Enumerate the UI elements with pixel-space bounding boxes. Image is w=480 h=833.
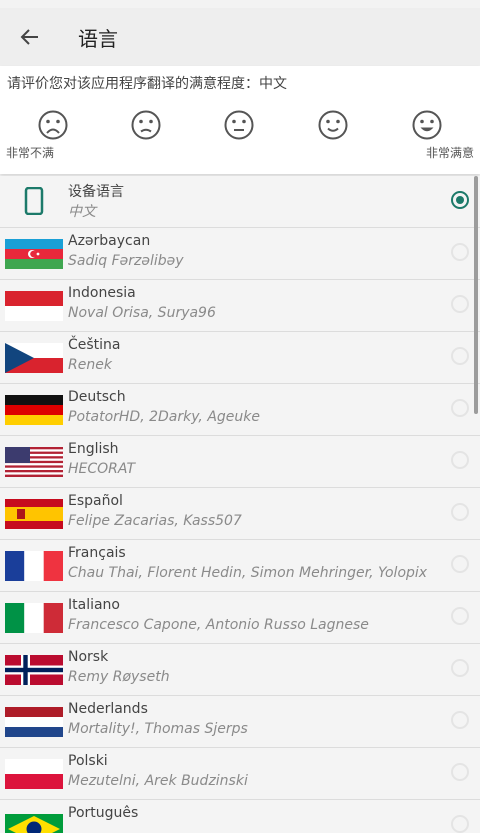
flag-indonesia-icon [5,291,63,321]
language-row-spanish[interactable]: Español Felipe Zacarias, Kass507 [0,488,480,540]
page-title: 语言 [78,26,118,51]
flag-poland-icon [5,759,63,789]
language-name: Italiano [68,597,120,613]
arrow-left-icon [20,29,38,45]
rating-question: 请评价您对该应用程序翻译的满意程度：中文 [7,76,287,92]
rating-faces [0,109,480,143]
radio-unselected[interactable] [451,555,469,573]
rating-low-label: 非常不满 [6,146,55,160]
app-bar: 语言 [0,8,480,66]
language-name: Azərbaycan [68,233,151,249]
very-sad-face-icon[interactable] [37,109,69,141]
language-name: Norsk [68,649,109,665]
language-translators: Mortality!, Thomas Sjerps [68,721,248,737]
flag-spain-icon [5,499,63,529]
language-translators: Noval Orisa, Surya96 [68,305,216,321]
language-name: 设备语言 [68,184,124,200]
flag-usa-icon [5,447,63,477]
language-name: Deutsch [68,389,126,405]
flag-brazil-icon [5,811,63,833]
radio-unselected[interactable] [451,815,469,833]
language-list: 设备语言 中文 Azərbaycan Sadiq Fərzəlibəy Indo… [0,176,480,833]
language-name: Indonesia [68,285,136,301]
language-name: Polski [68,753,108,769]
language-translators: Mezutelni, Arek Budzinski [68,773,248,789]
back-button[interactable] [16,23,44,51]
radio-unselected[interactable] [451,295,469,313]
rating-panel: 请评价您对该应用程序翻译的满意程度：中文 非常不满 非常满意 [0,66,480,174]
flag-czech-icon [5,343,63,373]
language-row-czech[interactable]: Čeština Renek [0,332,480,384]
language-translators: Sadiq Fərzəlibəy [68,253,184,269]
language-translators: Felipe Zacarias, Kass507 [68,513,242,529]
language-row-azerbaijani[interactable]: Azərbaycan Sadiq Fərzəlibəy [0,228,480,280]
flag-norway-icon [5,655,63,685]
language-translators: HECORAT [68,461,136,477]
language-name: Português [68,805,139,821]
radio-unselected[interactable] [451,763,469,781]
language-translators: Chau Thai, Florent Hedin, Simon Mehringe… [68,565,428,581]
language-translators: Remy Røyseth [68,669,170,685]
language-name: Nederlands [68,701,148,717]
radio-unselected[interactable] [451,347,469,365]
radio-unselected[interactable] [451,451,469,469]
language-row-norwegian[interactable]: Norsk Remy Røyseth [0,644,480,696]
language-translators: PotatorHD, 2Darky, Ageuke [68,409,260,425]
radio-unselected[interactable] [451,711,469,729]
language-row-portuguese[interactable]: Português [0,800,480,833]
flag-netherlands-icon [5,707,63,737]
rating-high-label: 非常满意 [425,146,474,160]
neutral-face-icon[interactable] [223,109,255,141]
language-row-italian[interactable]: Italiano Francesco Capone, Antonio Russo… [0,592,480,644]
radio-unselected[interactable] [451,243,469,261]
language-translators: 中文 [68,204,96,220]
language-row-dutch[interactable]: Nederlands Mortality!, Thomas Sjerps [0,696,480,748]
language-row-french[interactable]: Français Chau Thai, Florent Hedin, Simon… [0,540,480,592]
language-row-german[interactable]: Deutsch PotatorHD, 2Darky, Ageuke [0,384,480,436]
flag-azerbaijan-icon [5,239,63,269]
language-translators: Renek [68,357,112,373]
language-row-device[interactable]: 设备语言 中文 [0,176,480,228]
language-translators: Francesco Capone, Antonio Russo Lagnese [68,617,369,633]
language-row-english[interactable]: English HECORAT [0,436,480,488]
flag-italy-icon [5,603,63,633]
radio-unselected[interactable] [451,659,469,677]
language-row-polish[interactable]: Polski Mezutelni, Arek Budzinski [0,748,480,800]
flag-germany-icon [5,395,63,425]
language-name: Français [68,545,126,561]
sad-face-icon[interactable] [130,109,162,141]
smile-face-icon[interactable] [317,109,349,141]
language-row-indonesian[interactable]: Indonesia Noval Orisa, Surya96 [0,280,480,332]
flag-france-icon [5,551,63,581]
phone-icon [24,187,44,215]
language-name: Español [68,493,123,509]
radio-selected[interactable] [451,191,469,209]
happy-face-icon[interactable] [411,109,443,141]
radio-unselected[interactable] [451,399,469,417]
language-name: English [68,441,119,457]
radio-unselected[interactable] [451,503,469,521]
radio-unselected[interactable] [451,607,469,625]
scrollbar[interactable] [474,176,478,414]
language-name: Čeština [68,337,121,353]
